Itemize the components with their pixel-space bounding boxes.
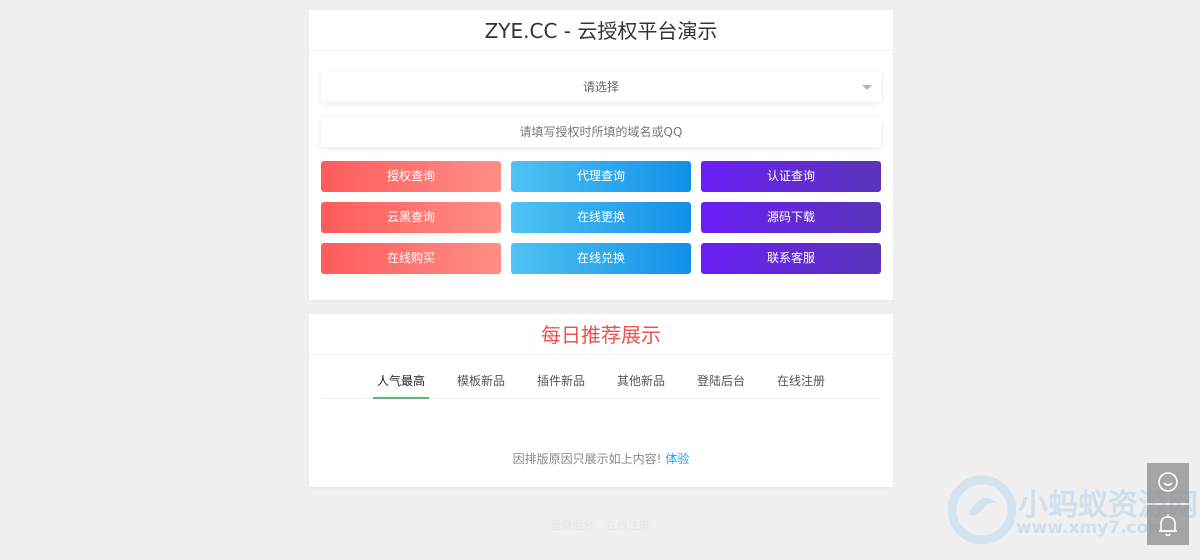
notice-text: 因排版原因只展示如上内容! — [512, 452, 662, 466]
tab-plugin-new[interactable]: 插件新品 — [533, 368, 589, 397]
page-title: ZYE.CC - 云授权平台演示 — [309, 10, 893, 51]
select-placeholder: 请选择 — [582, 80, 619, 94]
tab-popular[interactable]: 人气最高 — [372, 368, 429, 399]
bell-icon — [1159, 514, 1177, 537]
notification-float-button[interactable] — [1147, 505, 1189, 545]
tab-register[interactable]: 在线注册 — [773, 368, 829, 397]
layout-notice: 因排版原因只展示如上内容! 体验 — [309, 450, 893, 467]
auth-query-button[interactable]: 授权查询 — [321, 161, 501, 192]
chevron-down-icon — [862, 85, 872, 90]
certify-query-button[interactable]: 认证查询 — [701, 161, 881, 192]
source-download-button[interactable]: 源码下载 — [701, 202, 881, 233]
auth-panel: ZYE.CC - 云授权平台演示 请选择 授权查询 代理查询 认证查询 云黑查询… — [309, 10, 893, 300]
contact-support-button[interactable]: 联系客服 — [701, 243, 881, 274]
chat-float-button[interactable] — [1147, 463, 1189, 503]
online-redeem-button[interactable]: 在线兑换 — [511, 243, 691, 274]
watermark-logo-icon — [948, 475, 1016, 544]
recommend-tabs: 人气最高 模板新品 插件新品 其他新品 登陆后台 在线注册 — [321, 368, 881, 399]
watermark-line2: www.xmy7.com — [1016, 518, 1167, 538]
action-buttons: 授权查询 代理查询 认证查询 云黑查询 在线更换 源码下载 在线购买 在线兑换 … — [321, 161, 881, 274]
footer-register-link[interactable]: 在线注册 — [606, 519, 650, 532]
agent-query-button[interactable]: 代理查询 — [511, 161, 691, 192]
product-select[interactable]: 请选择 — [321, 72, 881, 102]
tab-other-new[interactable]: 其他新品 — [613, 368, 669, 397]
online-buy-button[interactable]: 在线购买 — [321, 243, 501, 274]
domain-qq-input[interactable] — [321, 117, 881, 147]
experience-link[interactable]: 体验 — [665, 452, 689, 466]
blacklist-query-button[interactable]: 云黑查询 — [321, 202, 501, 233]
online-change-button[interactable]: 在线更换 — [511, 202, 691, 233]
tab-login-admin[interactable]: 登陆后台 — [693, 368, 749, 397]
footer-login-link[interactable]: 登录后台 — [550, 519, 594, 532]
watermark: 小蚂蚁资源网 www.xmy7.com — [948, 474, 1198, 544]
recommend-title: 每日推荐展示 — [309, 314, 893, 355]
recommend-panel: 每日推荐展示 人气最高 模板新品 插件新品 其他新品 登陆后台 在线注册 因排版… — [309, 314, 893, 487]
chat-bubble-icon — [1158, 472, 1178, 492]
tab-template-new[interactable]: 模板新品 — [453, 368, 509, 397]
